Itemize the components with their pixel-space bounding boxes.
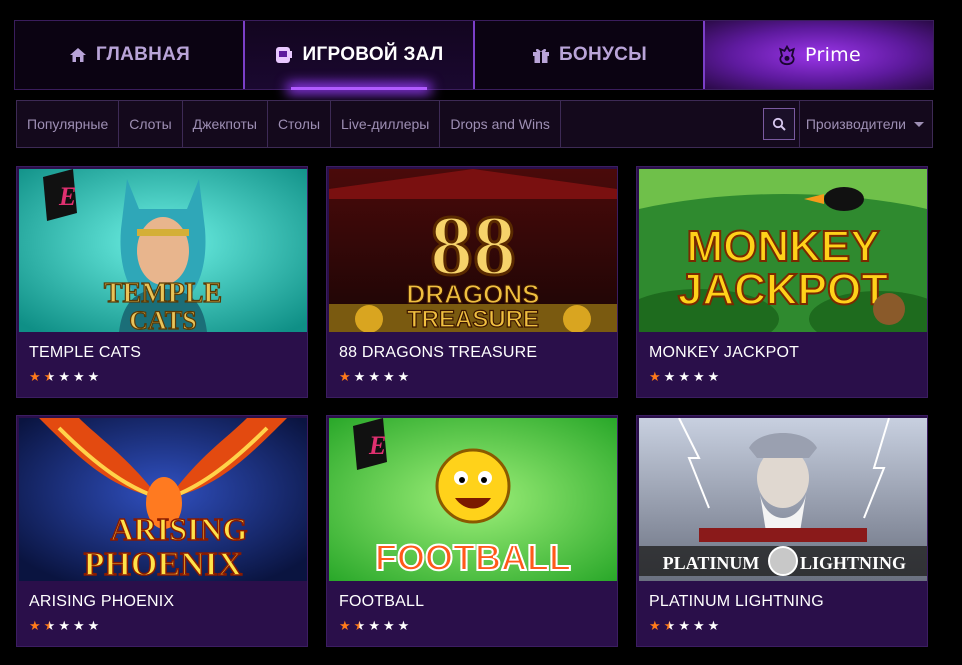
art-title-line1: PLATINUM bbox=[663, 553, 760, 573]
game-card-arising-phoenix[interactable]: ARISING PHOENIX ARISING PHOENIX ★ ★ ★ ★ ★ bbox=[16, 415, 308, 647]
rating-stars: ★ ★ ★ ★ ★ bbox=[29, 370, 99, 383]
filter-tab-drops-and-wins[interactable]: Drops and Wins bbox=[440, 101, 561, 147]
game-title[interactable]: ARISING PHOENIX bbox=[29, 593, 174, 611]
star-icon: ★ bbox=[353, 369, 366, 384]
star-icon: ★ bbox=[382, 618, 395, 633]
game-title[interactable]: TEMPLE CATS bbox=[29, 344, 141, 362]
star-icon: ★ bbox=[663, 618, 676, 633]
game-thumbnail[interactable]: E TEMPLE CATS bbox=[19, 169, 307, 332]
star-icon: ★ bbox=[58, 618, 70, 633]
star-icon: ★ bbox=[339, 369, 351, 384]
filter-tab-tables[interactable]: Столы bbox=[268, 101, 332, 147]
star-icon: ★ bbox=[72, 618, 85, 633]
star-icon: ★ bbox=[87, 618, 100, 633]
game-title[interactable]: MONKEY JACKPOT bbox=[649, 344, 799, 362]
star-icon: ★ bbox=[368, 618, 380, 633]
rating-stars: ★ ★ ★ ★ ★ bbox=[29, 619, 99, 632]
star-icon: ★ bbox=[87, 369, 100, 384]
art-title-line1: ARISING bbox=[111, 511, 248, 547]
star-icon: ★ bbox=[58, 369, 70, 384]
nav-bonuses[interactable]: БОНУСЫ bbox=[473, 21, 703, 89]
nav-home[interactable]: ГЛАВНАЯ bbox=[15, 21, 243, 89]
providers-dropdown[interactable]: Производители bbox=[798, 101, 932, 147]
game-card-platinum-lightning[interactable]: PLATINUM LIGHTNING PLATINUM LIGHTNING ★ ★… bbox=[636, 415, 928, 647]
svg-text:E: E bbox=[368, 431, 386, 460]
game-title[interactable]: FOOTBALL bbox=[339, 593, 424, 611]
filter-spacer bbox=[561, 101, 763, 147]
star-icon: ★ bbox=[678, 369, 690, 384]
star-icon: ★ bbox=[43, 618, 56, 633]
star-icon: ★ bbox=[707, 369, 720, 384]
art-title-line2: LIGHTNING bbox=[800, 553, 906, 573]
rating-stars: ★ ★ ★ ★ ★ bbox=[649, 370, 719, 383]
search-icon bbox=[772, 117, 786, 131]
game-thumbnail[interactable]: 88 DRAGONS TREASURE bbox=[329, 169, 617, 332]
nav-game-hall[interactable]: ИГРОВОЙ ЗАЛ bbox=[243, 21, 473, 90]
game-thumbnail[interactable]: ARISING PHOENIX bbox=[19, 418, 307, 581]
nav-home-label: ГЛАВНАЯ bbox=[95, 44, 191, 65]
chevron-down-icon bbox=[914, 121, 924, 127]
star-icon: ★ bbox=[663, 369, 676, 384]
game-title[interactable]: 88 DRAGONS TREASURE bbox=[339, 344, 537, 362]
star-icon: ★ bbox=[43, 369, 56, 384]
star-icon: ★ bbox=[29, 369, 41, 384]
rating-stars: ★ ★ ★ ★ ★ bbox=[339, 619, 409, 632]
prime-crown-icon bbox=[777, 44, 797, 66]
star-icon: ★ bbox=[649, 369, 661, 384]
art-title-line1: MONKEY bbox=[686, 222, 879, 271]
star-icon: ★ bbox=[678, 618, 690, 633]
main-nav: ГЛАВНАЯ ИГРОВОЙ ЗАЛ БОНУСЫ Prime bbox=[14, 20, 934, 90]
game-thumbnail[interactable]: PLATINUM LIGHTNING bbox=[639, 418, 927, 581]
star-icon: ★ bbox=[707, 618, 720, 633]
filter-tab-popular[interactable]: Популярные bbox=[17, 101, 120, 147]
game-card-temple-cats[interactable]: E TEMPLE CATS TEMPLE CATS ★ ★ ★ ★ ★ bbox=[16, 166, 308, 398]
rating-stars: ★ ★ ★ ★ ★ bbox=[649, 619, 719, 632]
gift-icon bbox=[531, 45, 551, 65]
filter-bar: Популярные Слоты Джекпоты Столы Live-дил… bbox=[16, 100, 933, 148]
rating-stars: ★ ★ ★ ★ ★ bbox=[339, 370, 409, 383]
game-card-football[interactable]: E FOOTBALL FOOTBALL ★ ★ ★ ★ ★ bbox=[326, 415, 618, 647]
art-title-line1: TEMPLE bbox=[104, 278, 222, 309]
game-thumbnail[interactable]: E FOOTBALL bbox=[329, 418, 617, 581]
star-icon: ★ bbox=[72, 369, 85, 384]
casino-page: ГЛАВНАЯ ИГРОВОЙ ЗАЛ БОНУСЫ Prime Популяр… bbox=[0, 0, 962, 665]
star-icon: ★ bbox=[353, 618, 366, 633]
nav-bonuses-label: БОНУСЫ bbox=[558, 44, 648, 65]
star-icon: ★ bbox=[368, 369, 380, 384]
game-card-88-dragons-treasure[interactable]: 88 DRAGONS TREASURE 88 DRAGONS TREASURE … bbox=[326, 166, 618, 398]
art-title-line2: JACKPOT bbox=[678, 265, 888, 314]
star-icon: ★ bbox=[382, 369, 395, 384]
game-card-monkey-jackpot[interactable]: MONKEY JACKPOT MONKEY JACKPOT ★ ★ ★ ★ ★ bbox=[636, 166, 928, 398]
art-title-line2: PHOENIX bbox=[84, 546, 243, 581]
nav-prime-label: Prime bbox=[805, 44, 861, 66]
star-icon: ★ bbox=[397, 618, 410, 633]
star-icon: ★ bbox=[29, 618, 41, 633]
art-title-line2: TREASURE bbox=[407, 306, 539, 332]
star-icon: ★ bbox=[692, 618, 705, 633]
star-icon: ★ bbox=[692, 369, 705, 384]
art-title-line1: DRAGONS bbox=[407, 279, 540, 309]
filter-tab-live-dealers[interactable]: Live-диллеры bbox=[331, 101, 441, 147]
search-button[interactable] bbox=[762, 108, 795, 140]
art-title-line1: FOOTBALL bbox=[375, 537, 571, 578]
slot-machine-icon bbox=[274, 45, 294, 65]
star-icon: ★ bbox=[397, 369, 410, 384]
providers-label: Производители bbox=[805, 116, 906, 132]
game-thumbnail[interactable]: MONKEY JACKPOT bbox=[639, 169, 927, 332]
game-title[interactable]: PLATINUM LIGHTNING bbox=[649, 593, 824, 611]
nav-prime[interactable]: Prime bbox=[703, 21, 933, 89]
filter-tab-slots[interactable]: Слоты bbox=[119, 101, 183, 147]
filter-tab-jackpots[interactable]: Джекпоты bbox=[183, 101, 268, 147]
star-icon: ★ bbox=[649, 618, 661, 633]
home-icon bbox=[68, 45, 88, 65]
svg-text:E: E bbox=[58, 182, 76, 211]
nav-game-hall-label: ИГРОВОЙ ЗАЛ bbox=[302, 44, 444, 65]
art-title-line2: CATS bbox=[129, 306, 196, 332]
star-icon: ★ bbox=[339, 618, 351, 633]
